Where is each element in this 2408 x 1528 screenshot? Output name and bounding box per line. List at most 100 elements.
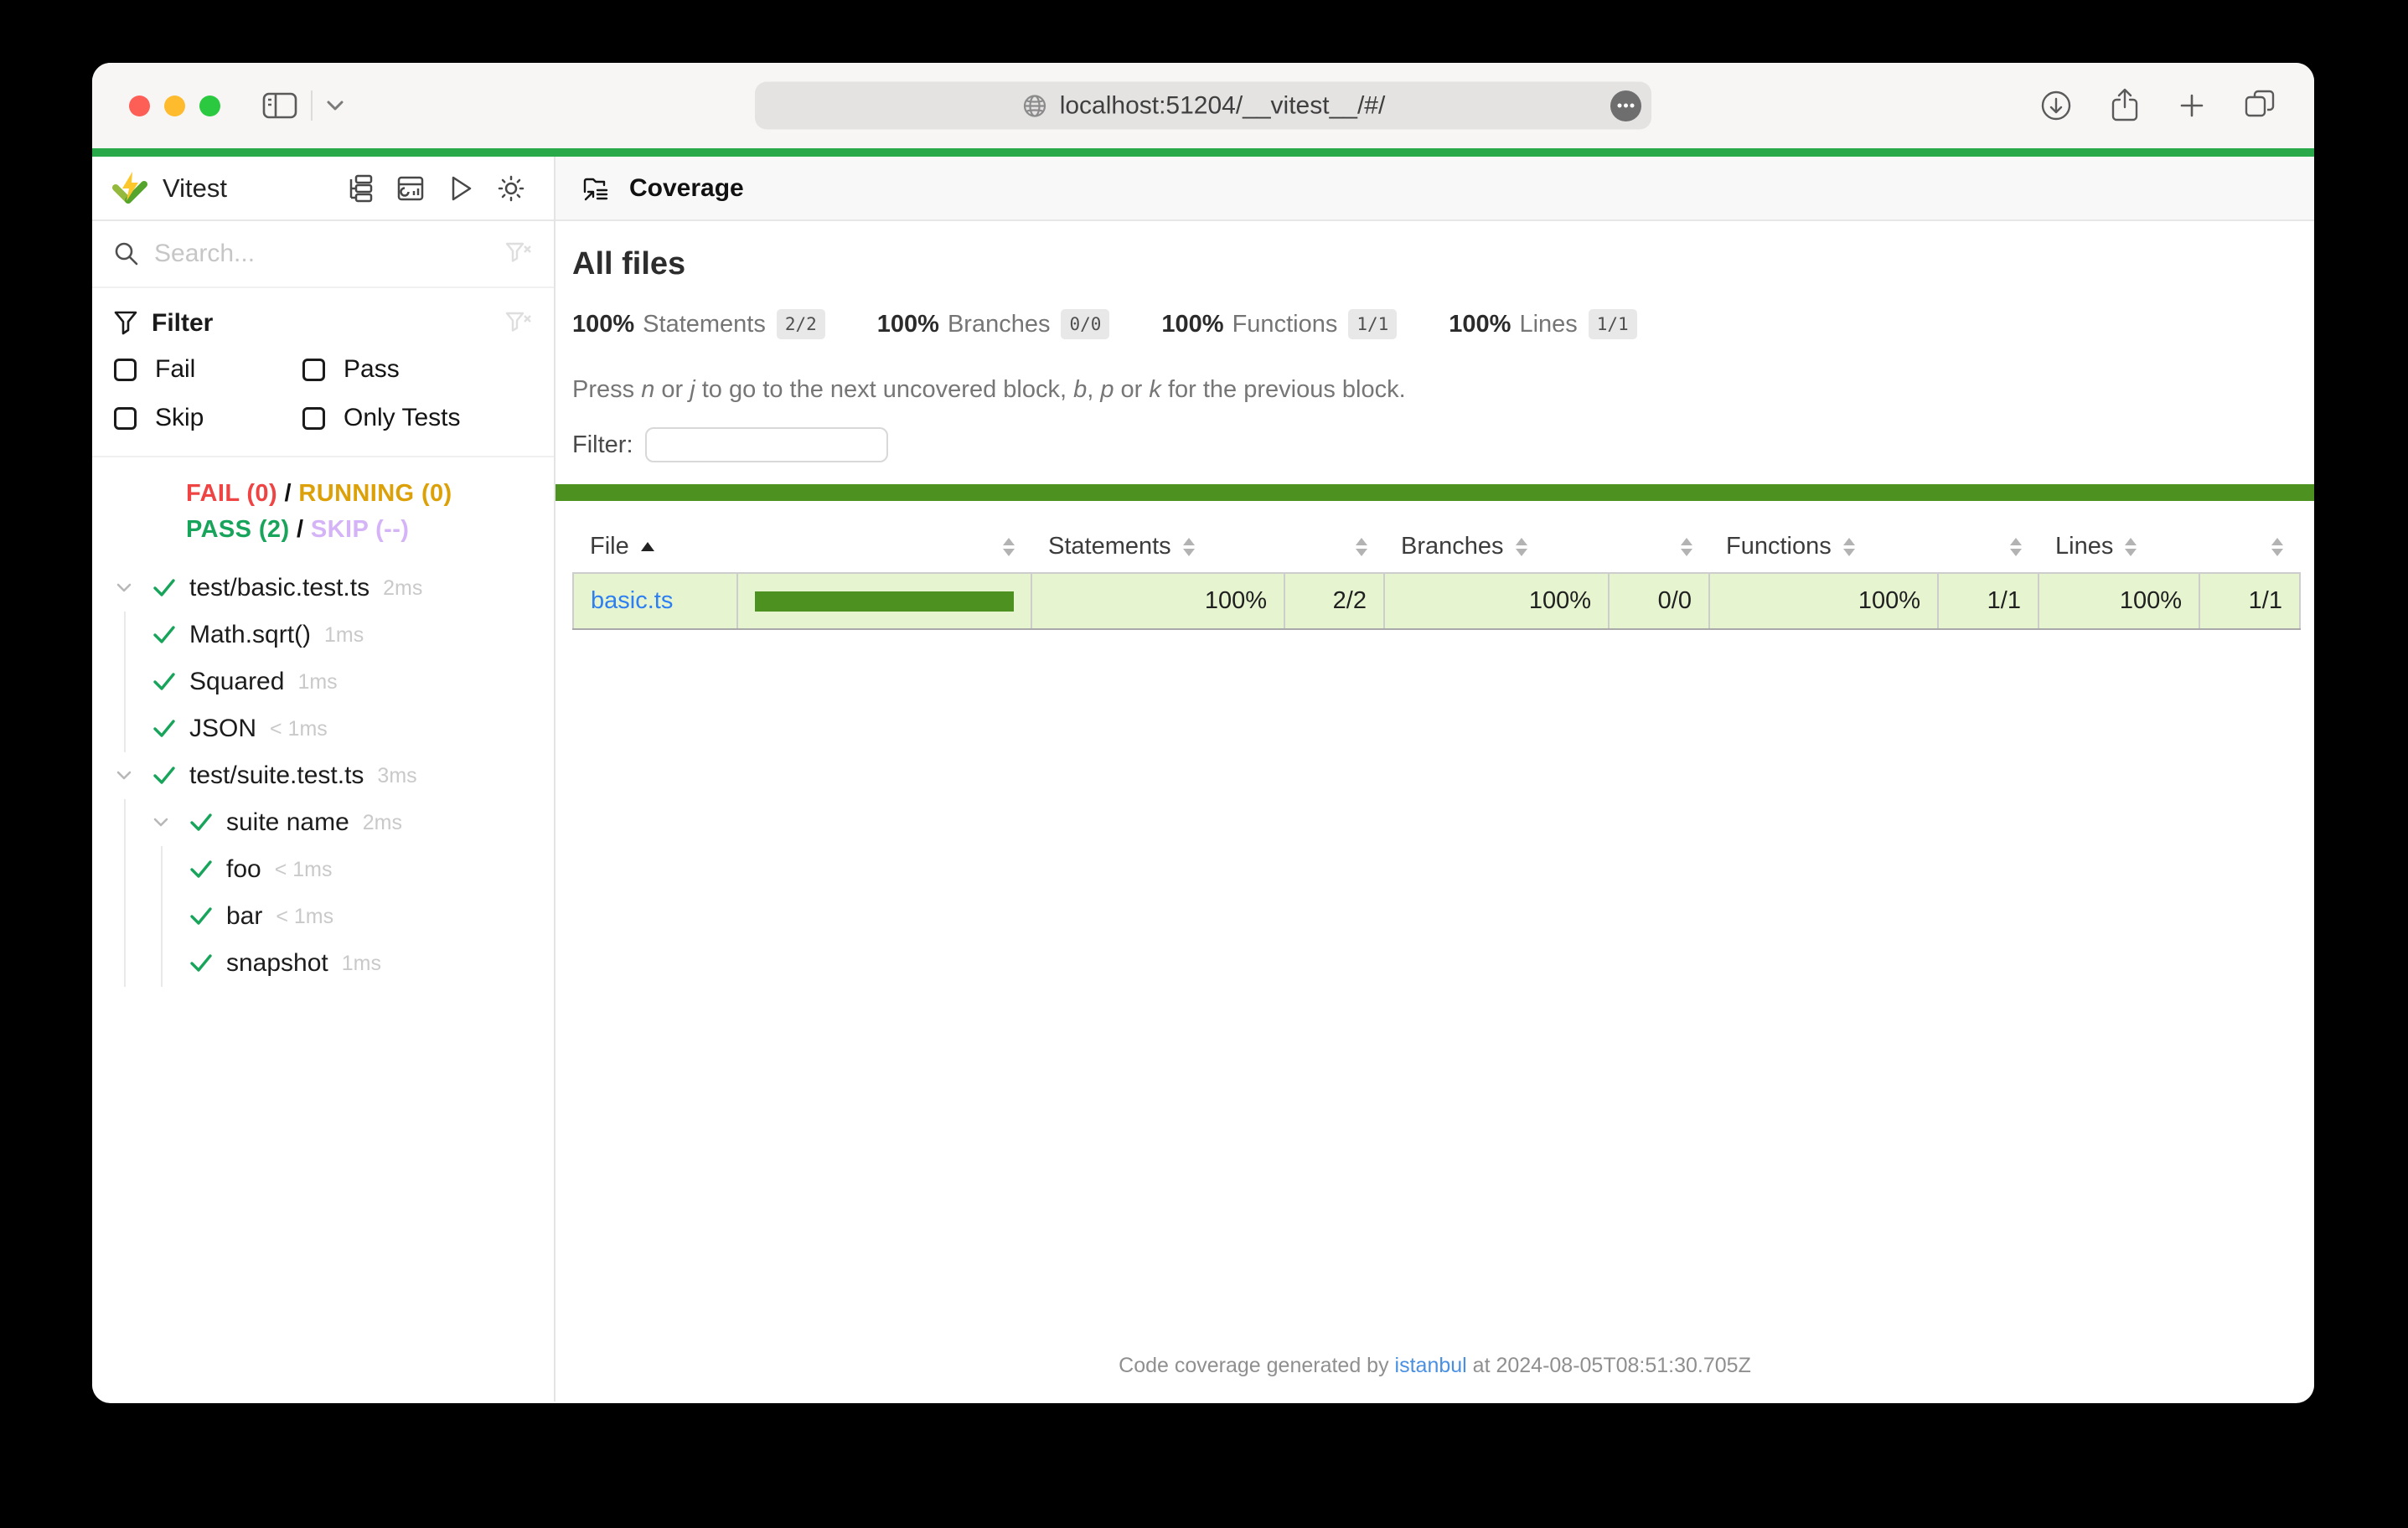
coverage-table: File Statements Branches Functions Lines basi…	[572, 521, 2301, 630]
sort-toggle-icon[interactable]	[1183, 538, 1195, 556]
istanbul-link[interactable]: istanbul	[1395, 1354, 1467, 1377]
filter-checkbox-fail[interactable]: Fail	[114, 352, 302, 387]
column-header-lines[interactable]: Lines	[2039, 521, 2199, 573]
file-link-basic-ts[interactable]: basic.ts	[591, 587, 673, 614]
column-label: Lines	[2055, 533, 2113, 560]
sort-toggle-icon[interactable]	[1843, 538, 1855, 556]
downloads-button[interactable]	[2039, 89, 2073, 122]
tree-item-snapshot[interactable]: snapshot1ms	[92, 940, 554, 987]
sort-toggle-icon[interactable]	[2125, 538, 2137, 556]
hint-key: n	[641, 376, 654, 403]
column-label: Branches	[1401, 533, 1504, 560]
coverage-header: Coverage	[555, 157, 2314, 221]
tree-guide-line	[124, 846, 126, 893]
column-header-frac[interactable]	[2199, 521, 2300, 573]
tree-item-json[interactable]: JSON < 1ms	[92, 705, 554, 752]
checkbox-fail[interactable]	[114, 359, 137, 381]
column-label: Functions	[1726, 533, 1832, 560]
sidebar-toggle-icon	[262, 91, 297, 120]
status-pass: PASS (2)	[186, 516, 290, 543]
theme-toggle-button[interactable]	[497, 174, 525, 203]
checkbox-only-tests[interactable]	[302, 407, 325, 430]
tree-guide-line	[124, 612, 126, 658]
minimize-window-button[interactable]	[164, 96, 185, 116]
tree-expander[interactable]	[116, 582, 152, 594]
filter-checkbox-only-tests[interactable]: Only Tests	[302, 400, 532, 436]
tab-overview-button[interactable]	[2242, 89, 2277, 122]
tree-expander[interactable]	[116, 770, 152, 782]
tab-group-chevron-button[interactable]	[326, 100, 344, 112]
checkbox-label: Skip	[155, 404, 204, 432]
tree-guide-line	[161, 940, 163, 987]
sort-toggle-icon[interactable]	[1003, 538, 1015, 556]
column-header-frac[interactable]	[1284, 521, 1384, 573]
column-header-statements[interactable]: Statements	[1031, 521, 1284, 573]
column-header-frac[interactable]	[1609, 521, 1709, 573]
test-pass-check	[189, 860, 226, 880]
checkbox-skip[interactable]	[114, 407, 137, 430]
search-input[interactable]	[154, 240, 505, 268]
fraction-cell: 1/1	[2199, 573, 2300, 629]
status-fail: FAIL (0)	[186, 480, 277, 507]
column-header-functions[interactable]: Functions	[1709, 521, 1938, 573]
tree-item-test-basic-test-ts[interactable]: test/basic.test.ts2ms	[92, 565, 554, 612]
tree-item-foo[interactable]: foo< 1ms	[92, 846, 554, 893]
tree-item-bar[interactable]: bar< 1ms	[92, 893, 554, 940]
tree-view-button[interactable]	[345, 174, 374, 203]
column-header-file[interactable]: File	[573, 521, 737, 573]
checkbox-pass[interactable]	[302, 359, 325, 381]
tree-item-suite-name[interactable]: suite name2ms	[92, 799, 554, 846]
header-cell-content: Statements	[1048, 533, 1268, 560]
summary-fraction: 0/0	[1061, 309, 1109, 339]
page-menu-button[interactable]	[1610, 90, 1641, 121]
sort-toggle-icon[interactable]	[1356, 538, 1367, 556]
check-icon	[152, 625, 176, 645]
sidebar-toggle-button[interactable]	[262, 91, 297, 120]
address-bar[interactable]: localhost:51204/__vitest__/#/	[755, 82, 1651, 130]
filter-checkbox-skip[interactable]: Skip	[114, 400, 302, 436]
close-window-button[interactable]	[129, 96, 150, 116]
tree-item-duration: < 1ms	[270, 717, 328, 741]
column-header-frac[interactable]	[1938, 521, 2039, 573]
sort-toggle-icon[interactable]	[2010, 538, 2022, 556]
check-icon	[152, 578, 176, 598]
header-cell-content: File	[590, 533, 721, 560]
tree-view-icon	[345, 174, 374, 203]
summary-functions: 100%Functions1/1	[1161, 309, 1397, 339]
zoom-window-button[interactable]	[199, 96, 220, 116]
coverage-filter-input[interactable]	[645, 427, 888, 462]
new-tab-button[interactable]	[2177, 90, 2207, 121]
sort-toggle-icon[interactable]	[1516, 538, 1527, 556]
column-header-pic[interactable]	[737, 521, 1031, 573]
check-icon	[152, 672, 176, 692]
tree-item-math-sqrt[interactable]: Math.sqrt()1ms	[92, 612, 554, 658]
test-pass-check	[152, 719, 189, 739]
fraction-cell: 1/1	[1938, 573, 2039, 629]
tab-overview-icon	[2242, 89, 2277, 122]
toolbar-right-actions	[2039, 88, 2277, 123]
dashboard-button[interactable]	[396, 174, 425, 203]
tree-item-label: bar	[226, 902, 262, 931]
chevron-down-icon	[116, 582, 132, 594]
tree-item-squared[interactable]: Squared1ms	[92, 658, 554, 705]
run-all-button[interactable]	[447, 174, 474, 203]
summary-fraction: 2/2	[777, 309, 825, 339]
fraction-cell: 2/2	[1284, 573, 1384, 629]
filter-checkbox-pass[interactable]: Pass	[302, 352, 532, 387]
clear-filter-icon[interactable]	[505, 311, 532, 336]
sort-toggle-icon[interactable]	[1681, 538, 1692, 556]
check-icon	[189, 906, 213, 927]
column-header-branches[interactable]: Branches	[1384, 521, 1609, 573]
funnel-icon	[114, 311, 137, 336]
share-button[interactable]	[2108, 88, 2142, 123]
tree-item-test-suite-test-ts[interactable]: test/suite.test.ts3ms	[92, 752, 554, 799]
clear-search-filter-icon[interactable]	[505, 241, 532, 266]
column-label: Statements	[1048, 533, 1171, 560]
tree-item-label: JSON	[189, 715, 256, 743]
tree-expander[interactable]	[152, 817, 189, 829]
sort-toggle-icon[interactable]	[2271, 538, 2283, 556]
header-cell-content: Functions	[1726, 533, 1921, 560]
coverage-heading: All files	[572, 246, 2301, 282]
run-summary: FAIL (0) / RUNNING (0)PASS (2) / SKIP (-…	[92, 457, 554, 560]
toolbar-separator	[311, 90, 313, 121]
